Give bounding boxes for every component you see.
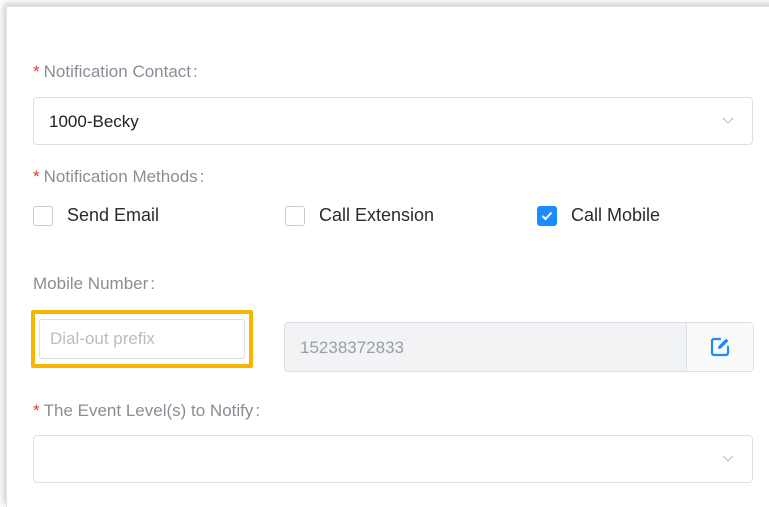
notification-methods-label: * Notification Methods: — [33, 167, 205, 186]
send-email-checkbox[interactable]: Send Email — [33, 205, 159, 226]
edit-icon — [710, 337, 730, 357]
dial-out-prefix-highlight: Dial-out prefix — [31, 310, 253, 368]
mobile-number-field[interactable]: 15238372833 — [284, 322, 754, 372]
required-marker: * — [33, 62, 40, 81]
mobile-number-label: Mobile Number: — [33, 274, 155, 293]
dial-out-prefix-input[interactable]: Dial-out prefix — [39, 319, 245, 359]
notification-contact-select[interactable]: 1000-Becky — [33, 97, 753, 145]
event-level-label: * The Event Level(s) to Notify: — [33, 401, 261, 420]
mobile-number-value: 15238372833 — [300, 338, 405, 357]
checkmark-icon — [541, 211, 553, 220]
required-marker: * — [33, 401, 40, 420]
notification-contact-value: 1000-Becky — [49, 112, 139, 131]
event-level-select[interactable] — [33, 435, 753, 483]
checkbox-checked-icon[interactable] — [537, 205, 557, 226]
edit-button[interactable] — [686, 323, 753, 371]
notification-contact-label: * Notification Contact: — [33, 62, 198, 81]
chevron-down-icon — [722, 455, 734, 462]
checkbox-icon[interactable] — [33, 205, 53, 226]
required-marker: * — [33, 167, 40, 186]
call-extension-checkbox[interactable]: Call Extension — [285, 205, 434, 226]
checkbox-icon[interactable] — [285, 205, 305, 226]
call-mobile-checkbox[interactable]: Call Mobile — [537, 205, 660, 226]
chevron-down-icon — [722, 117, 734, 124]
